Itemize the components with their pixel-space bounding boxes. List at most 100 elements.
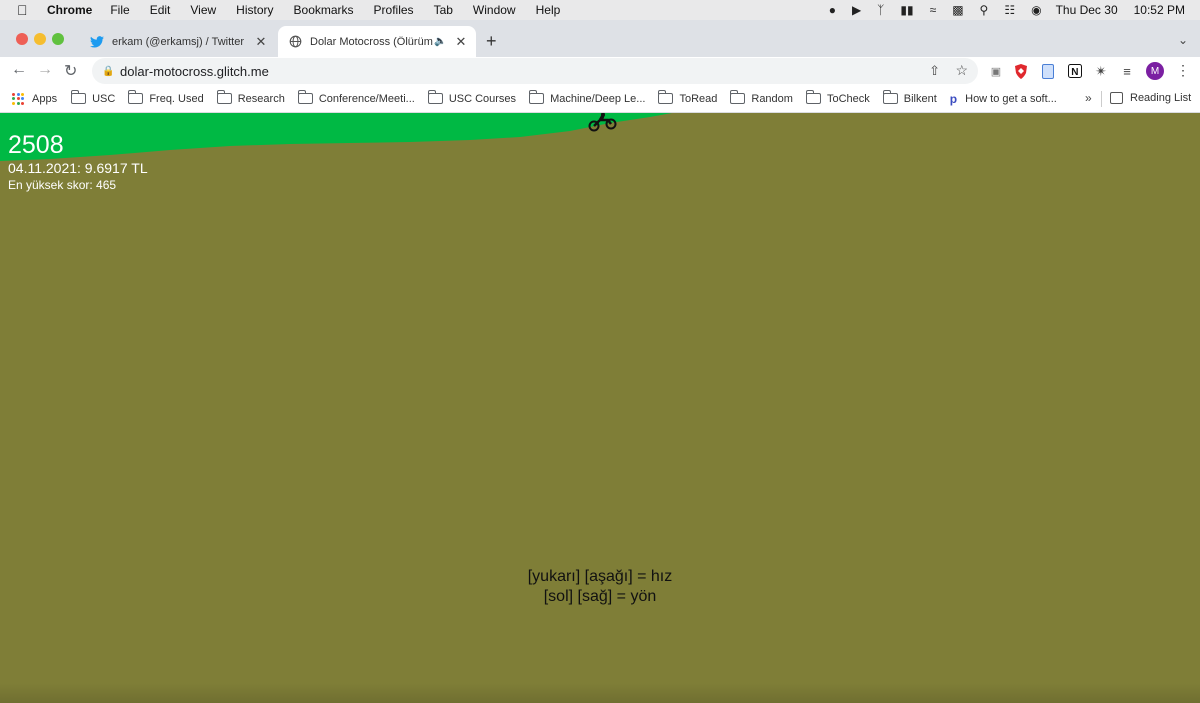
bookmark-folder-research[interactable]: Research [216, 90, 285, 105]
bookmark-label: ToCheck [826, 92, 870, 105]
bookmark-folder-usc-courses[interactable]: USC Courses [427, 90, 516, 105]
play-icon[interactable]: ▶ [852, 3, 861, 17]
tab-strip: erkam (@erkamsj) / Twitter ✕ Dolar Motoc… [0, 20, 1200, 57]
bookmark-folder-freq-used[interactable]: Freq. Used [128, 90, 204, 105]
bookmark-label: How to get a soft... [965, 92, 1057, 105]
reading-list-button[interactable]: Reading List [1110, 92, 1191, 104]
menu-tab[interactable]: Tab [434, 3, 453, 17]
folder-icon [216, 90, 232, 104]
folder-icon [297, 90, 313, 104]
bottom-shade [0, 683, 1200, 703]
menu-date[interactable]: Thu Dec 30 [1056, 3, 1118, 17]
controls-direction-line: [sol] [sağ] = yön [543, 588, 657, 605]
bookmark-label: Research [237, 92, 285, 105]
apple-icon[interactable]:  [17, 2, 31, 18]
new-tab-button[interactable]: + [486, 31, 497, 52]
folder-icon [730, 90, 746, 104]
bookmark-label: Conference/Meeti... [318, 92, 415, 105]
browser-toolbar: ← → ↻ 🔒 dolar-motocross.glitch.me ⇧ ☆ ▣ … [0, 57, 1200, 85]
bookmark-label: Bilkent [903, 92, 937, 105]
bookmark-folder-bilkent[interactable]: Bilkent [882, 90, 937, 105]
bookmark-folder-usc[interactable]: USC [71, 90, 115, 105]
window-minimize-button[interactable] [34, 33, 46, 45]
tab-close-icon[interactable]: ✕ [254, 34, 268, 50]
menu-bookmarks[interactable]: Bookmarks [294, 3, 354, 17]
tab-close-icon[interactable]: ✕ [454, 34, 468, 50]
bookmark-folder-machine-deep-learning[interactable]: Machine/Deep Le... [529, 90, 646, 105]
url-text[interactable]: dolar-motocross.glitch.me [120, 64, 269, 79]
puzzle-extensions-icon[interactable]: ✴ [1093, 63, 1109, 79]
folder-icon [128, 90, 144, 104]
media-queue-icon[interactable]: ≡ [1119, 63, 1135, 79]
bookmarks-divider [1101, 91, 1102, 107]
tab-search-chevron-icon[interactable]: ⌄ [1178, 33, 1188, 47]
wifi-icon[interactable]: ≈ [930, 3, 937, 17]
lock-icon[interactable]: 🔒 [102, 66, 114, 77]
cast-extension-icon[interactable]: ▣ [988, 63, 1004, 79]
battery-icon[interactable]: ▮▮ [900, 3, 913, 17]
reading-list-label: Reading List [1130, 92, 1192, 104]
folder-icon [427, 90, 443, 104]
bookmark-apps[interactable]: Apps [32, 93, 57, 105]
globe-icon [288, 35, 302, 49]
bookmark-folder-random[interactable]: Random [730, 90, 793, 105]
menu-help[interactable]: Help [536, 3, 561, 17]
controls-instructions: [yukarı] [aşağı] = hız [sol] [sağ] = yön [0, 567, 1200, 607]
status-area: ● ▶ ᛉ ▮▮ ≈ ▩ ⚲ ☷ ◉ Thu Dec 30 10:52 PM [813, 0, 1185, 20]
notion-extension-icon[interactable]: N [1067, 63, 1083, 79]
forward-arrow-icon[interactable]: → [37, 61, 53, 79]
menu-window[interactable]: Window [473, 3, 516, 17]
address-bar[interactable]: 🔒 dolar-motocross.glitch.me ⇧ ☆ [92, 58, 978, 84]
spotlight-search-icon[interactable]: ⚲ [980, 3, 989, 17]
keyboard-icon[interactable]: ▩ [952, 3, 963, 17]
tab-title: erkam (@erkamsj) / Twitter [112, 35, 244, 48]
back-arrow-icon[interactable]: ← [11, 61, 27, 79]
menu-app-name[interactable]: Chrome [47, 3, 92, 17]
window-zoom-button[interactable] [52, 33, 64, 45]
bookmarks-bar: Apps USC Freq. Used Research Conference/… [0, 85, 1200, 113]
reload-icon[interactable]: ↻ [64, 61, 77, 81]
folder-icon [71, 90, 87, 104]
siri-icon[interactable]: ◉ [1031, 3, 1041, 17]
menu-edit[interactable]: Edit [150, 3, 171, 17]
exchange-rate-label: 04.11.2021: 9.6917 TL [8, 160, 148, 176]
bookmark-how-to-get-a-soft[interactable]: p How to get a soft... [950, 92, 1057, 106]
speaker-icon[interactable]: 🔈 [434, 36, 448, 47]
bluetooth-icon[interactable]: ᛉ [877, 3, 884, 17]
bookmark-folder-tocheck[interactable]: ToCheck [805, 90, 870, 105]
folder-icon [529, 90, 545, 104]
control-center-icon[interactable]: ☷ [1004, 3, 1015, 17]
menu-profiles[interactable]: Profiles [374, 3, 414, 17]
bookmark-label: Random [751, 92, 793, 105]
menu-view[interactable]: View [190, 3, 216, 17]
more-menu-icon[interactable]: ⋮ [1176, 62, 1190, 79]
pagely-p-icon: p [949, 91, 958, 106]
folder-icon [882, 90, 898, 104]
menu-time[interactable]: 10:52 PM [1134, 3, 1185, 17]
profile-avatar[interactable]: M [1146, 62, 1164, 80]
bookmark-folder-toread[interactable]: ToRead [658, 90, 717, 105]
bookmark-star-icon[interactable]: ☆ [955, 62, 968, 79]
bookmark-label: Apps [32, 92, 58, 105]
score-counter: 2508 [8, 131, 64, 159]
tab-twitter[interactable]: erkam (@erkamsj) / Twitter ✕ [80, 26, 276, 57]
apps-grid-icon[interactable] [12, 92, 24, 105]
bookmark-label: Machine/Deep Le... [550, 92, 646, 105]
elephant-icon[interactable]: ● [829, 3, 836, 17]
high-score-label: En yüksek skor: 465 [8, 178, 117, 192]
tab-title: Dolar Motocross (Ölürüm T [310, 35, 434, 48]
menu-history[interactable]: History [236, 3, 273, 17]
game-canvas[interactable]: 2508 04.11.2021: 9.6917 TL En yüksek sko… [0, 113, 1200, 703]
motorcycle-rider-icon [588, 113, 617, 132]
docs-extension-icon[interactable] [1040, 63, 1056, 79]
folder-icon [805, 90, 821, 104]
tab-dolar-motocross[interactable]: Dolar Motocross (Ölürüm T 🔈 ✕ [278, 26, 476, 57]
window-close-button[interactable] [16, 33, 28, 45]
share-icon[interactable]: ⇧ [929, 63, 940, 79]
bookmark-folder-conference[interactable]: Conference/Meeti... [297, 90, 415, 105]
menu-file[interactable]: File [110, 3, 129, 17]
bookmark-label: Freq. Used [149, 92, 204, 105]
shield-extension-icon[interactable] [1013, 63, 1029, 79]
macos-menu-bar:  Chrome File Edit View History Bookmark… [0, 0, 1200, 20]
more-bookmarks-chevron-icon[interactable]: » [1085, 91, 1092, 105]
